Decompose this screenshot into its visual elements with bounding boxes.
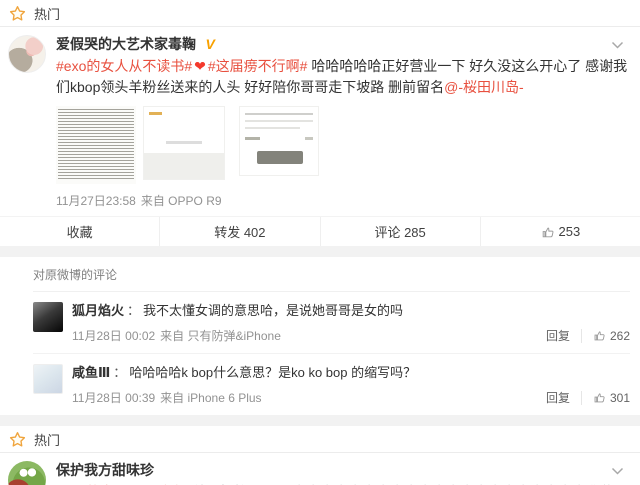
star-icon xyxy=(9,5,26,21)
heart-emoji: ❤ xyxy=(194,58,206,74)
comment-item: 咸鱼Ⅲ：哈哈哈哈k bop什么意思？是ko ko bop 的缩写吗？ 11月28… xyxy=(33,353,630,415)
reply-button[interactable]: 回复 xyxy=(546,327,570,344)
hot-section-header-bottom: 热门 xyxy=(0,426,640,453)
comment-username[interactable]: 咸鱼Ⅲ xyxy=(72,365,110,380)
post-content: #exo的女人从不读书# ❤ #这届痨不行啊# 哈哈哈哈哈正好营业一下 好久没这么开… xyxy=(56,56,632,98)
favorite-button[interactable]: 收藏 xyxy=(0,217,159,246)
repost-button[interactable]: 转发 402 xyxy=(159,217,319,246)
comments-header: 对原微博的评论 xyxy=(33,257,630,292)
comment-text: 我不太懂女调的意思哈，是说她哥哥是女的吗 xyxy=(143,303,404,318)
comment-time: 11月28日 00:39 xyxy=(72,391,156,405)
avatar[interactable] xyxy=(8,461,46,485)
timestamp-text: 11月27日23:58 xyxy=(56,194,136,208)
comment-like-button[interactable]: 262 xyxy=(580,328,630,343)
hashtag-link[interactable]: #exo的女人从不读书# xyxy=(56,58,192,74)
repost-label: 转发 402 xyxy=(214,225,266,240)
hot-section-header-top: 热门 xyxy=(0,0,640,27)
section-divider xyxy=(0,246,640,257)
comment-text: 哈哈哈哈k bop什么意思？是ko ko bop 的缩写吗？ xyxy=(129,365,417,380)
attachment-image-page-screenshot[interactable] xyxy=(143,106,225,180)
post-action-bar: 收藏 转发 402 评论 285 253 xyxy=(0,216,640,246)
chevron-down-icon[interactable] xyxy=(611,37,624,55)
post-username[interactable]: 爱假哭的大艺术家毒鞠 xyxy=(56,36,196,52)
post-card: 保护我方甜味珍 #exo的女人从不读书#敲里妈笑死我吧哈哈哈哈哈哈哈哈哈哈哈哈哈… xyxy=(0,453,640,485)
section-divider xyxy=(0,415,640,426)
hot-section-label: 热门 xyxy=(34,432,61,448)
comment-source: 来自 iPhone 6 Plus xyxy=(160,391,262,405)
comment-source: 来自 只有防弹&iPhone xyxy=(160,329,281,343)
post-username[interactable]: 保护我方甜味珍 xyxy=(56,462,154,478)
attachment-image-text-screenshot[interactable] xyxy=(56,106,136,184)
attachment-image-form-screenshot[interactable] xyxy=(239,106,319,176)
post-card: 爱假哭的大艺术家毒鞠 V #exo的女人从不读书# ❤ #这届痨不行啊# 哈哈哈哈哈… xyxy=(0,27,640,246)
post-attachments xyxy=(56,106,632,184)
post-timestamp: 11月27日23:58 来自 OPPO R9 xyxy=(56,192,632,209)
comment-button[interactable]: 评论 285 xyxy=(319,217,480,246)
comment-meta: 11月28日 00:02 来自 只有防弹&iPhone xyxy=(72,327,546,344)
star-icon xyxy=(9,431,26,447)
comment-like-count: 301 xyxy=(609,390,630,405)
thumbs-up-icon xyxy=(542,227,553,237)
hashtag-link[interactable]: #这届痨不行啊# xyxy=(208,58,308,74)
avatar[interactable] xyxy=(33,302,63,332)
mention-link[interactable]: @-桜田川岛- xyxy=(444,79,524,95)
comment-like-count: 262 xyxy=(609,328,630,343)
like-count: 253 xyxy=(558,224,581,239)
source-text: 来自 OPPO R9 xyxy=(140,194,222,208)
comment-time: 11月28日 00:02 xyxy=(72,329,156,343)
chevron-down-icon[interactable] xyxy=(611,463,624,481)
avatar[interactable] xyxy=(8,35,46,73)
comment-colon: ： xyxy=(127,303,141,318)
reply-button[interactable]: 回复 xyxy=(546,389,570,406)
thumbs-up-icon xyxy=(594,393,605,403)
avatar[interactable] xyxy=(33,364,63,394)
hot-section-label: 热门 xyxy=(34,6,61,22)
weibo-feed-page: 热门 爱假哭的大艺术家毒鞠 V #exo的女人从不读书# ❤ #这届痨不行啊# 哈哈… xyxy=(0,0,640,485)
comment-colon: ： xyxy=(113,365,127,380)
verified-badge-icon: V xyxy=(205,36,215,52)
comment-item: 狐月焰火：我不太懂女调的意思哈，是说她哥哥是女的吗 11月28日 00:02 来自… xyxy=(33,292,630,353)
favorite-label: 收藏 xyxy=(66,225,93,240)
comment-label: 评论 285 xyxy=(374,225,426,240)
like-button[interactable]: 253 xyxy=(479,217,640,246)
comment-username[interactable]: 狐月焰火 xyxy=(72,303,124,318)
comments-section: 对原微博的评论 狐月焰火：我不太懂女调的意思哈，是说她哥哥是女的吗 11月28日… xyxy=(0,257,640,415)
comment-meta: 11月28日 00:39 来自 iPhone 6 Plus xyxy=(72,389,546,406)
thumbs-up-icon xyxy=(594,331,605,341)
comment-like-button[interactable]: 301 xyxy=(580,390,630,405)
